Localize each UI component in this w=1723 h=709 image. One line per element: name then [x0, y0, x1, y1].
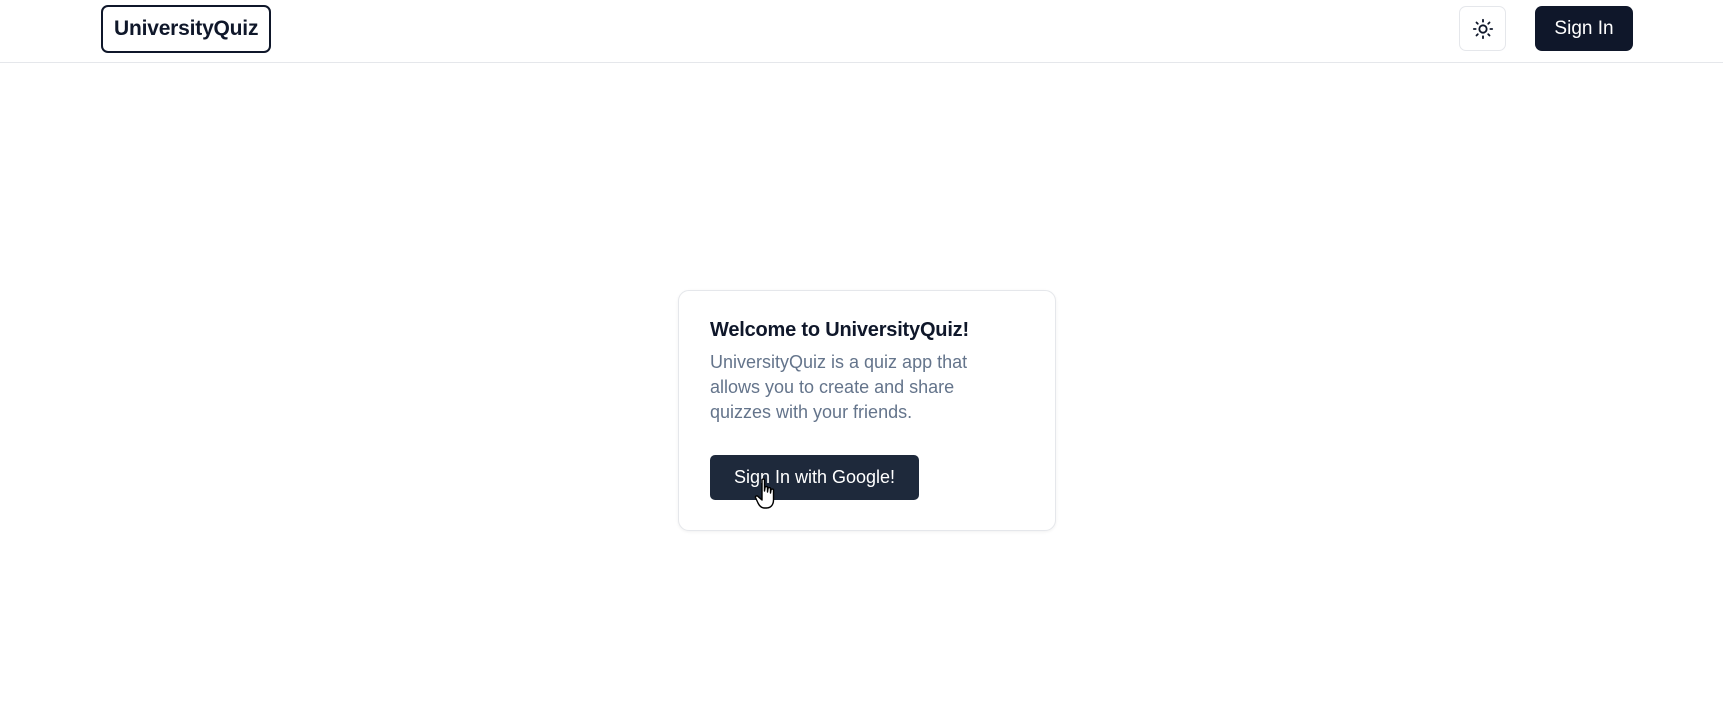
logo-link[interactable]: UniversityQuiz [101, 5, 272, 53]
sun-icon [1472, 18, 1493, 39]
welcome-card: Welcome to UniversityQuiz! UniversityQui… [678, 290, 1056, 531]
top-navbar: UniversityQuiz Sign In [0, 0, 1723, 63]
welcome-title: Welcome to UniversityQuiz! [710, 319, 969, 341]
theme-toggle-button[interactable] [1459, 6, 1506, 51]
sign-in-button[interactable]: Sign In [1535, 6, 1633, 51]
welcome-description: UniversityQuiz is a quiz app that allows… [710, 352, 968, 422]
sign-in-with-google-button[interactable]: Sign In with Google! [710, 455, 919, 500]
hand-pointer-cursor-icon [754, 478, 775, 509]
